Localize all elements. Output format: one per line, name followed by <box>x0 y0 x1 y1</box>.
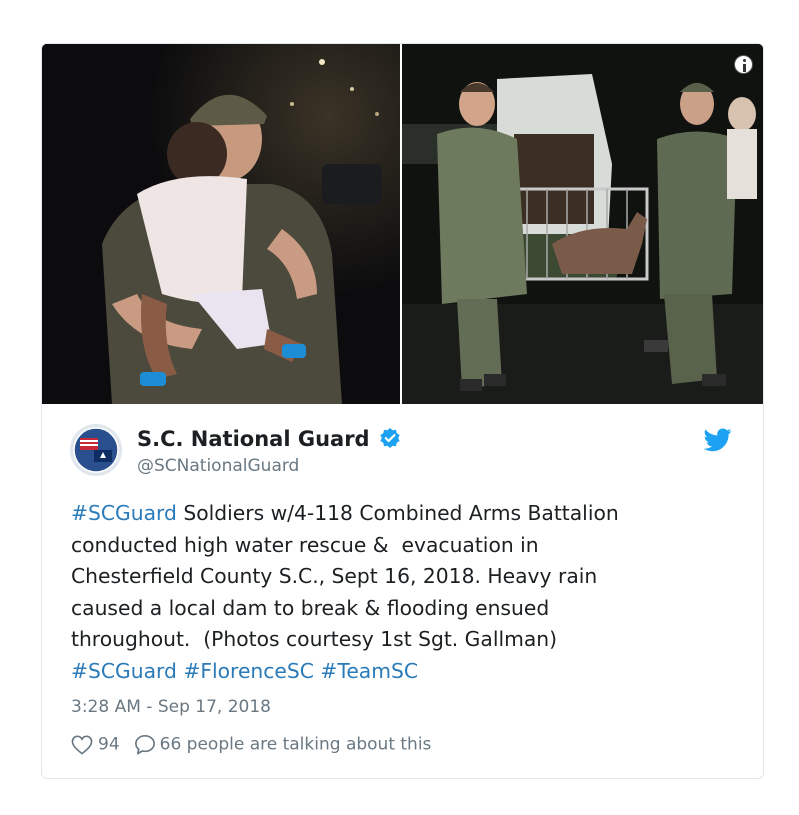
twitter-bird-icon[interactable] <box>704 428 732 452</box>
hashtag-link[interactable]: #SCGuard <box>71 501 177 525</box>
verified-badge-icon <box>379 428 400 448</box>
hashtag-link[interactable]: #TeamSC <box>320 659 418 683</box>
tweet-actions: 94 66 people are talking about this <box>71 734 431 760</box>
tweet-body: S.C. National Guard @SCNationalGuard #SC… <box>42 404 763 778</box>
author-name-row[interactable]: S.C. National Guard <box>137 427 401 455</box>
tweet-media[interactable] <box>42 44 763 404</box>
speech-bubble-icon[interactable] <box>134 734 156 755</box>
heart-icon[interactable] <box>71 735 93 755</box>
hashtag-link[interactable]: #SCGuard <box>71 659 177 683</box>
like-count[interactable]: 94 <box>98 735 120 755</box>
tweet-text: #SCGuard Soldiers w/4-118 Combined Arms … <box>71 498 731 687</box>
avatar[interactable] <box>70 424 122 476</box>
photo-soldier-holding-child[interactable] <box>42 44 400 404</box>
tweet-embed-card[interactable]: S.C. National Guard @SCNationalGuard #SC… <box>41 43 764 779</box>
hashtag-link[interactable]: #FlorenceSC <box>183 659 314 683</box>
tweet-timestamp[interactable]: 3:28 AM - Sep 17, 2018 <box>71 697 271 717</box>
info-icon[interactable] <box>734 55 753 74</box>
author-name[interactable]: S.C. National Guard <box>137 427 370 451</box>
talking-count-link[interactable]: 66 people are talking about this <box>160 735 432 755</box>
photo-soldiers-with-dog-crate[interactable] <box>402 44 763 404</box>
author-handle[interactable]: @SCNationalGuard <box>137 456 299 476</box>
